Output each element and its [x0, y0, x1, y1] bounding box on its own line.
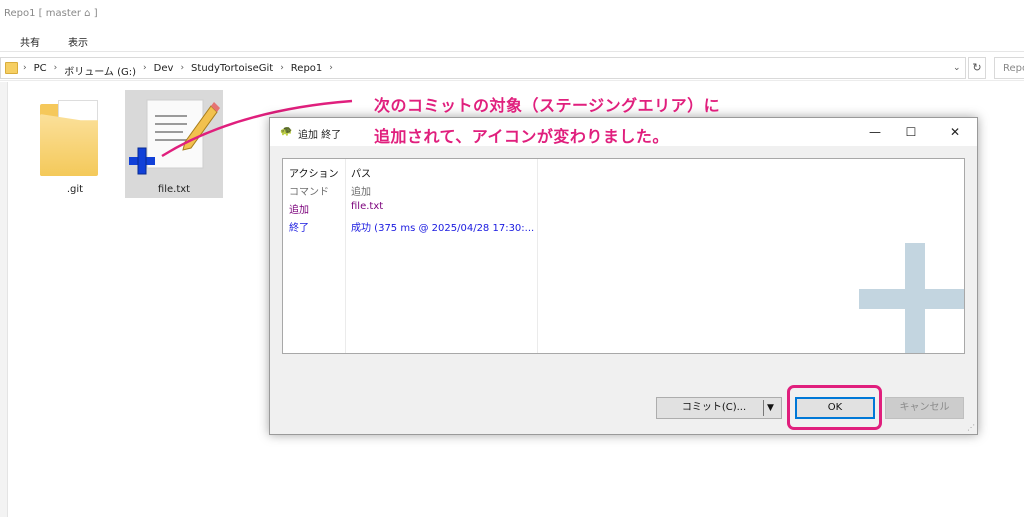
- navigation-pane-edge: [0, 82, 8, 517]
- list-item[interactable]: 終了 成功 (375 ms @ 2025/04/28 17:30:...: [283, 217, 964, 234]
- breadcrumb-volume[interactable]: ボリューム (G:): [64, 63, 136, 78]
- window-titlebar: Repo1 [ master ⌂ ]: [0, 0, 1024, 28]
- column-header-path[interactable]: パス: [351, 165, 371, 180]
- chevron-right-icon[interactable]: ›: [143, 63, 147, 78]
- window-title: Repo1 [ master ⌂ ]: [4, 8, 98, 19]
- dialog-title: 追加 終了: [298, 130, 342, 141]
- minimize-button[interactable]: —: [866, 124, 884, 140]
- action-list[interactable]: アクション パス コマンド 追加 追加 file.txt 終了 成功 (375 …: [282, 158, 965, 354]
- list-item[interactable]: コマンド 追加: [283, 181, 964, 198]
- breadcrumb-studytortoisegit[interactable]: StudyTortoiseGit: [191, 63, 273, 78]
- breadcrumb-dev[interactable]: Dev: [154, 63, 174, 78]
- close-button[interactable]: ✕: [946, 124, 964, 140]
- maximize-button[interactable]: ☐: [902, 124, 920, 140]
- chevron-right-icon[interactable]: ›: [280, 63, 284, 78]
- column-header-action[interactable]: アクション: [289, 165, 339, 180]
- search-input[interactable]: Repo: [994, 57, 1024, 79]
- dropdown-arrow-icon[interactable]: ▼: [767, 398, 774, 418]
- list-item[interactable]: 追加 file.txt: [283, 199, 964, 216]
- breadcrumb: › PC › ボリューム (G:) › Dev › StudyTortoiseG…: [23, 63, 340, 78]
- ribbon-tab-view[interactable]: 表示: [68, 34, 88, 49]
- resize-grip-icon[interactable]: ⋰: [967, 423, 975, 432]
- commit-split-button[interactable]: コミット(C)... ▼: [656, 397, 782, 419]
- file-name: file.txt: [157, 184, 191, 195]
- commit-button-label: コミット(C)...: [681, 402, 747, 413]
- ok-button-highlight: [787, 385, 882, 430]
- annotation-line-1: 次のコミットの対象（ステージングエリア）に: [374, 96, 721, 115]
- action-cell: コマンド: [289, 187, 329, 198]
- path-cell: 成功 (375 ms @ 2025/04/28 17:30:...: [351, 223, 535, 234]
- path-cell: 追加: [351, 187, 371, 198]
- list-header: アクション パス: [283, 163, 964, 180]
- breadcrumb-repo1[interactable]: Repo1: [291, 63, 322, 78]
- refresh-icon: ↻: [972, 61, 982, 74]
- chevron-right-icon[interactable]: ›: [180, 63, 184, 78]
- file-item-file-txt[interactable]: file.txt: [125, 90, 223, 198]
- address-box[interactable]: › PC › ボリューム (G:) › Dev › StudyTortoiseG…: [0, 57, 966, 79]
- chevron-down-icon[interactable]: ⌄: [953, 63, 961, 73]
- search-placeholder: Repo: [1003, 63, 1024, 74]
- add-watermark-icon: [859, 243, 964, 353]
- chevron-right-icon[interactable]: ›: [329, 63, 333, 78]
- chevron-right-icon[interactable]: ›: [54, 63, 58, 78]
- ribbon-tab-share[interactable]: 共有: [20, 34, 40, 49]
- ribbon: 共有 表示: [0, 28, 1024, 52]
- file-item-git[interactable]: .git: [26, 90, 124, 198]
- refresh-button[interactable]: ↻: [968, 57, 986, 79]
- annotation-line-2: 追加されて、アイコンが変わりました。: [374, 127, 669, 146]
- folder-icon: [5, 62, 18, 74]
- action-cell: 終了: [289, 223, 309, 234]
- text-file-added-icon: [129, 99, 220, 175]
- file-name: .git: [66, 184, 84, 195]
- cancel-button[interactable]: キャンセル: [885, 397, 964, 419]
- chevron-right-icon[interactable]: ›: [23, 63, 27, 78]
- split-divider: [763, 400, 764, 416]
- path-cell: file.txt: [351, 201, 384, 212]
- tortoisegit-icon: 🐢: [280, 126, 293, 137]
- address-bar: › PC › ボリューム (G:) › Dev › StudyTortoiseG…: [0, 55, 1024, 81]
- action-cell: 追加: [289, 205, 309, 216]
- breadcrumb-pc[interactable]: PC: [34, 63, 47, 78]
